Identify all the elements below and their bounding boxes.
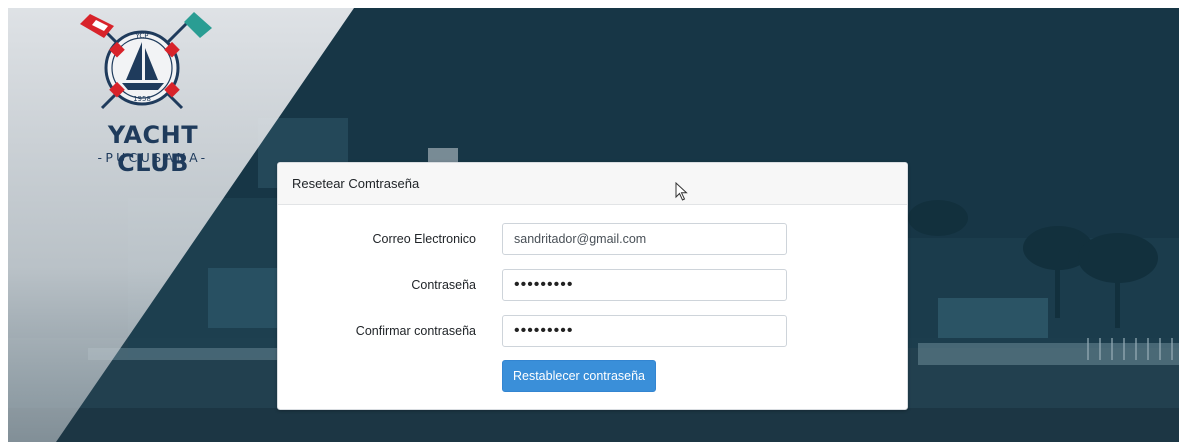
card-header: Resetear Comtraseña	[278, 163, 907, 205]
email-label: Correo Electronico	[372, 232, 476, 246]
reset-password-button[interactable]: Restablecer contraseña	[502, 360, 656, 392]
confirm-password-row: Confirmar contraseña	[278, 315, 909, 347]
confirm-password-label: Confirmar contraseña	[355, 324, 476, 338]
password-label: Contraseña	[411, 278, 476, 292]
email-field[interactable]	[502, 223, 787, 255]
mouse-cursor-icon	[675, 182, 688, 201]
password-field[interactable]	[502, 269, 787, 301]
badge-year-text: 1958	[133, 95, 151, 103]
reset-password-card: Resetear Comtraseña Correo Electronico C…	[277, 162, 908, 410]
badge-top-text: YCP	[134, 32, 148, 40]
password-row: Contraseña	[278, 269, 909, 301]
logo-subtitle: -PUCUSANA-	[97, 150, 209, 165]
logo-title: YACHT CLUB	[107, 121, 199, 177]
email-row: Correo Electronico	[278, 223, 909, 255]
confirm-password-field[interactable]	[502, 315, 787, 347]
